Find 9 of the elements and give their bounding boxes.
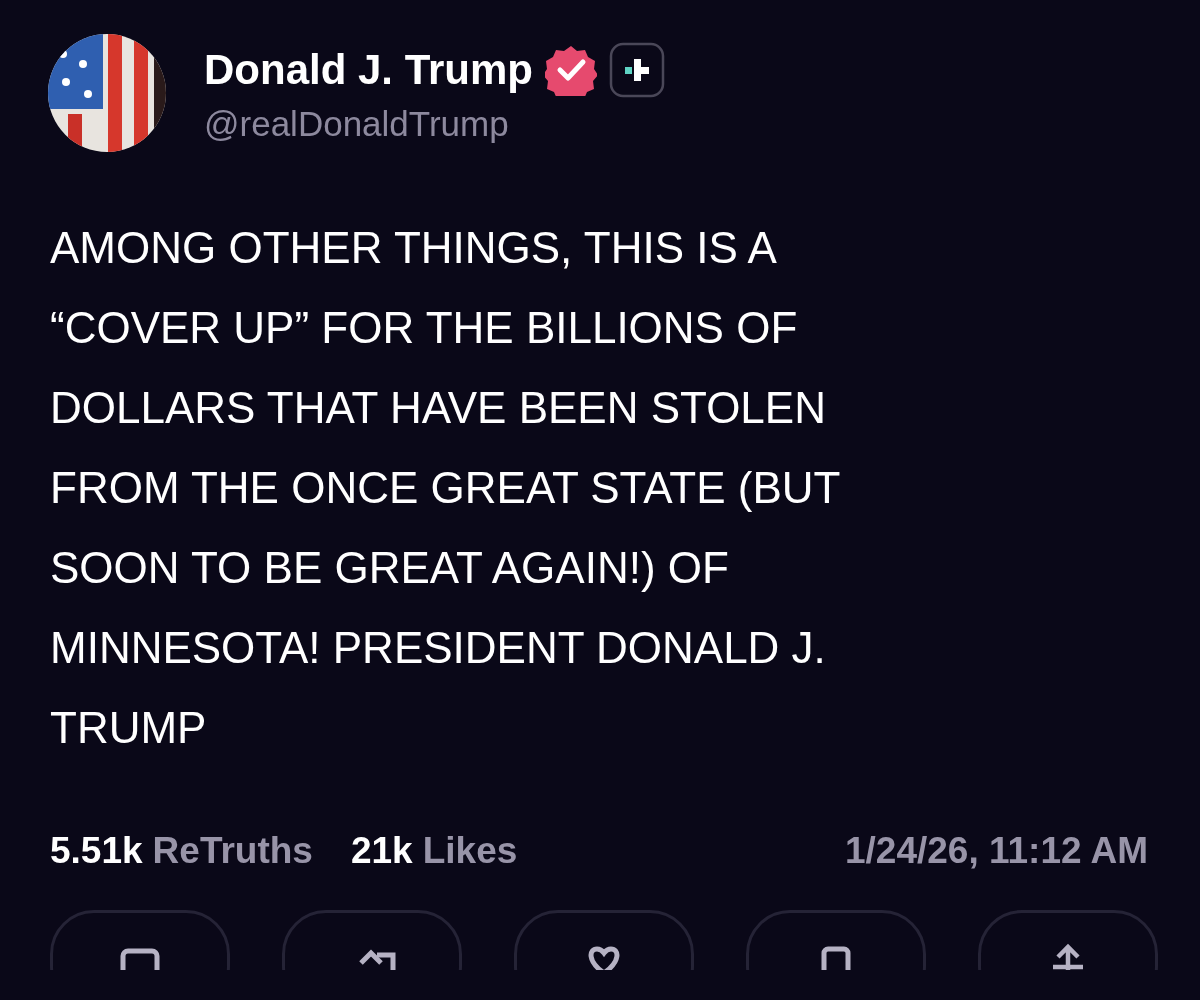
stat-label[interactable]: ReTruths xyxy=(152,830,313,872)
post-timestamp: 1/24/26, 11:12 AM xyxy=(844,830,1148,872)
author-name: Donald J. Trump xyxy=(204,46,534,94)
author-handle: @realDonaldTrump xyxy=(204,104,510,144)
plus-icon[interactable] xyxy=(609,42,666,98)
stat-count: 5.51k xyxy=(50,830,143,872)
stat-label[interactable]: Likes xyxy=(422,830,518,872)
stat-count: 21k xyxy=(350,830,413,872)
post-text: AMONG OTHER THINGS, THIS IS A “COVER UP” FOR THE BILLIONS OF DOLLARS THAT HAVE BEEN STOLEN FROM THE ONCE GREAT STATE (BUT SOON TO BE GREAT AGAIN!) OF MINNESOTA! PRESIDENT DONALD J. TRUMP xyxy=(50,222,842,754)
